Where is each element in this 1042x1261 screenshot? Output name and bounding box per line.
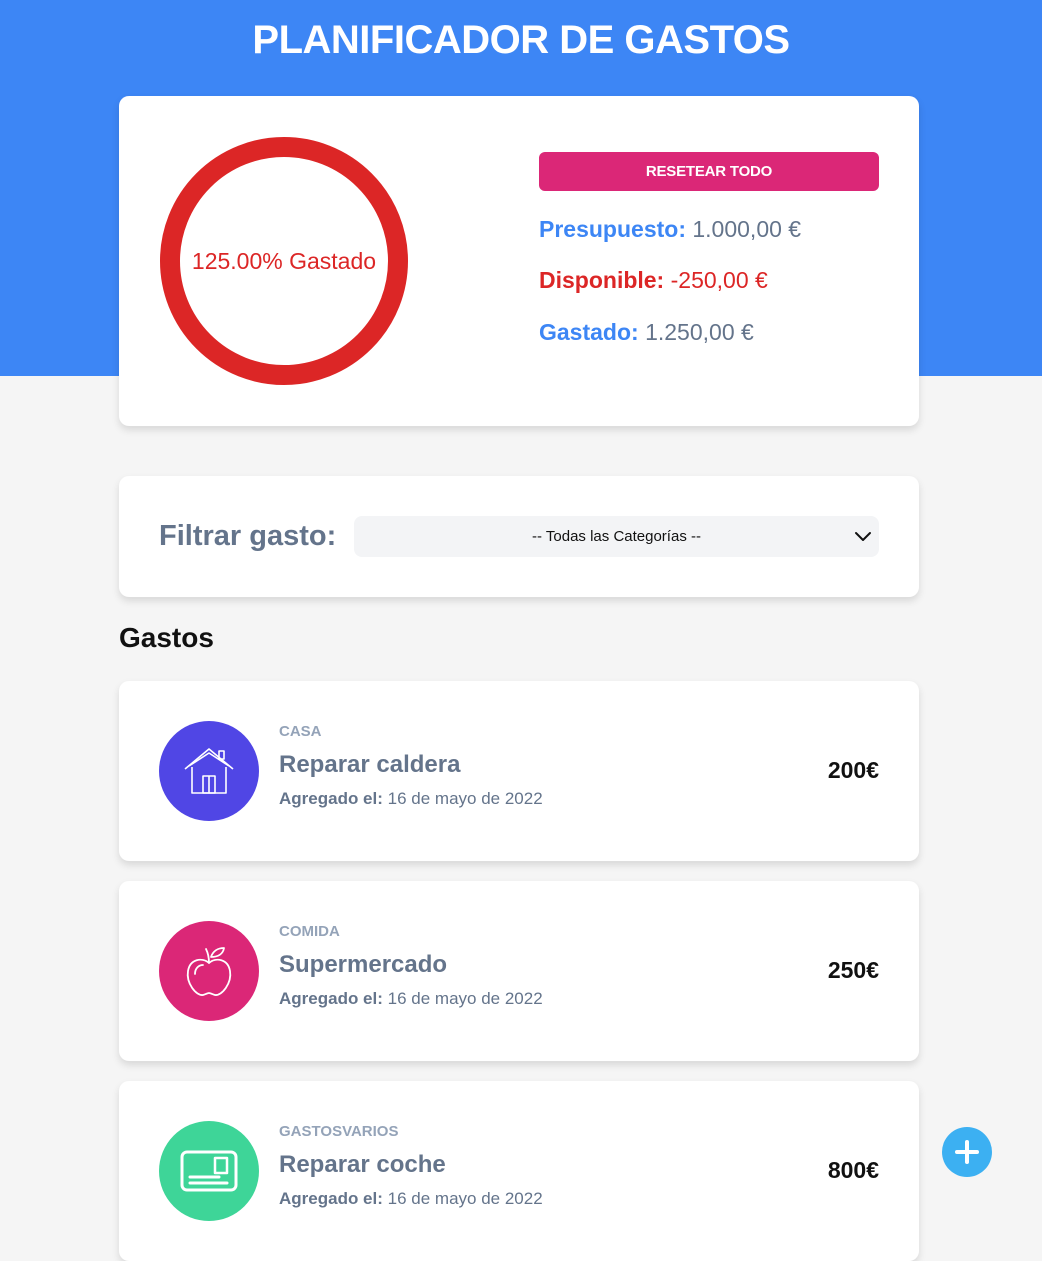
budget-card: 125.00% Gastado RESETEAR TODO Presupuest… (119, 96, 919, 426)
spent-label: Gastado: (539, 319, 639, 345)
expenses-title: Gastos (119, 622, 214, 653)
expense-item[interactable]: GASTOSVARIOS Reparar coche Agregado el: … (119, 1081, 919, 1261)
spent-value: 1.250,00 € (645, 319, 754, 345)
expense-date-value: 16 de mayo de 2022 (387, 989, 543, 1008)
expense-date-value: 16 de mayo de 2022 (387, 789, 543, 808)
expense-date: Agregado el: 16 de mayo de 2022 (279, 789, 543, 809)
category-filter-select[interactable]: -- Todas las Categorías -- (354, 516, 879, 557)
available-label: Disponible: (539, 267, 665, 293)
expense-item[interactable]: COMIDA Supermercado Agregado el: 16 de m… (119, 881, 919, 1061)
available-value: -250,00 € (670, 267, 768, 293)
reset-all-button[interactable]: RESETEAR TODO (539, 152, 879, 191)
plus-icon (955, 1140, 979, 1164)
budget-label: Presupuesto: (539, 216, 686, 242)
card-icon (159, 1121, 259, 1221)
expense-date-value: 16 de mayo de 2022 (387, 1189, 543, 1208)
add-expense-button[interactable] (942, 1127, 992, 1177)
expense-date-label: Agregado el: (279, 789, 383, 808)
budget-value: 1.000,00 € (692, 216, 802, 242)
percent-spent-label: 125.00% Gastado (191, 247, 377, 274)
chevron-down-icon (855, 532, 871, 541)
expense-name: Supermercado (279, 951, 448, 978)
apple-icon (159, 921, 259, 1021)
spent-progress-ring: 125.00% Gastado (159, 136, 409, 386)
budget-amount: Presupuesto: 1.000,00 € (539, 216, 801, 243)
expense-name: Reparar coche (279, 1151, 446, 1178)
expense-date: Agregado el: 16 de mayo de 2022 (279, 1189, 543, 1209)
filter-label: Filtrar gasto: (159, 520, 337, 552)
house-icon (159, 721, 259, 821)
expense-amount: 800€ (827, 1157, 879, 1183)
expense-item[interactable]: CASA Reparar caldera Agregado el: 16 de … (119, 681, 919, 861)
expense-amount: 250€ (827, 957, 879, 983)
page-title: PLANIFICADOR DE GASTOS (252, 18, 790, 62)
spent-amount: Gastado: 1.250,00 € (539, 319, 754, 346)
expense-name: Reparar caldera (279, 751, 461, 778)
category-filter-value: -- Todas las Categorías -- (532, 528, 701, 545)
expense-date: Agregado el: 16 de mayo de 2022 (279, 989, 543, 1009)
expense-date-label: Agregado el: (279, 989, 383, 1008)
expense-date-label: Agregado el: (279, 1189, 383, 1208)
available-amount: Disponible: -250,00 € (539, 267, 768, 294)
filter-card: Filtrar gasto: -- Todas las Categorías -… (119, 476, 919, 597)
expense-amount: 200€ (827, 757, 879, 783)
expense-category: COMIDA (279, 923, 340, 940)
expense-category: GASTOSVARIOS (279, 1123, 399, 1140)
expense-category: CASA (279, 723, 322, 740)
